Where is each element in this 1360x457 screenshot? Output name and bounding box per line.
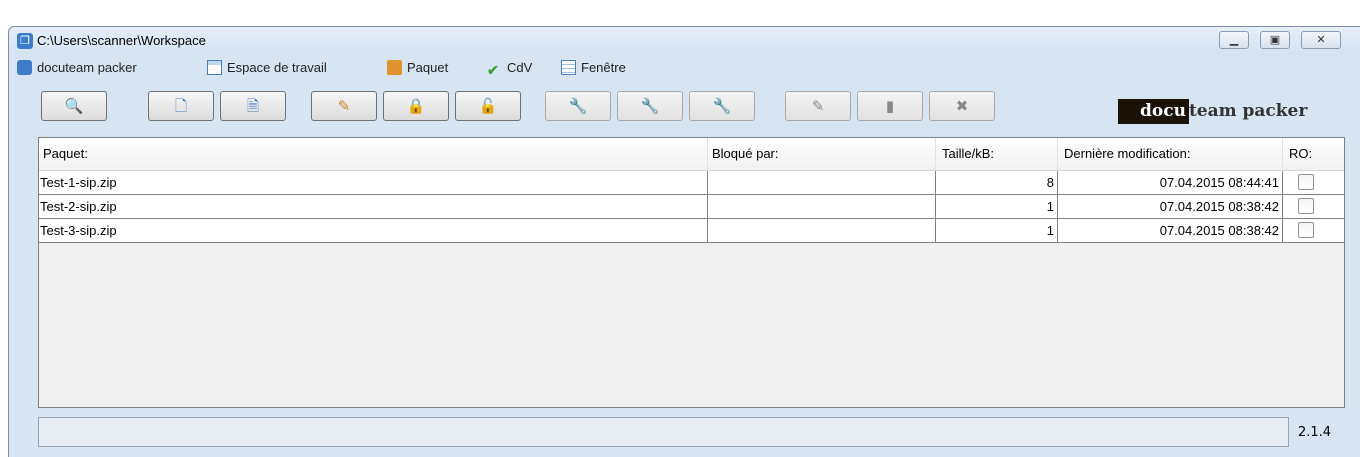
column-header-modified[interactable]: Dernière modification:	[1058, 138, 1283, 170]
tool-button[interactable]: 🔧	[545, 91, 611, 121]
pencil-icon: ✎	[811, 97, 825, 115]
menu-label: Fenêtre	[581, 60, 626, 75]
menu-espace-de-travail[interactable]: Espace de travail	[207, 59, 327, 77]
package-lock-icon: 🔒	[406, 97, 426, 115]
column-header-package[interactable]: Paquet:	[39, 138, 708, 170]
app-cube-icon	[17, 60, 32, 75]
workspace-window-icon	[207, 60, 222, 75]
cell-package: Test-2-sip.zip	[39, 195, 708, 218]
close-button[interactable]: ✕	[1301, 31, 1341, 49]
window-list-icon	[561, 60, 576, 75]
wrench-3-icon: 🔧	[712, 97, 732, 115]
maximize-button[interactable]: ▣	[1260, 31, 1290, 49]
unlock-package-button[interactable]: 🔓	[455, 91, 521, 121]
cell-ro	[1283, 171, 1344, 194]
app-cube-icon: ❐	[17, 33, 33, 49]
package-unlock-icon: 🔓	[478, 97, 498, 115]
window-title: C:\Users\scanner\Workspace	[37, 33, 206, 48]
ro-checkbox[interactable]	[1298, 174, 1314, 190]
delete-button[interactable]: ✖	[929, 91, 995, 121]
cell-size: 1	[936, 195, 1058, 218]
magnifier-icon: 🔍	[64, 97, 84, 115]
menu-paquet[interactable]: Paquet	[387, 59, 448, 77]
table-row[interactable]: Test-3-sip.zip 1 07.04.2015 08:38:42	[39, 219, 1344, 243]
checkmark-icon: ✔	[487, 62, 499, 78]
minimize-button[interactable]: ▁	[1219, 31, 1249, 49]
package-table: Paquet: Bloqué par: Taille/kB: Dernière …	[38, 137, 1345, 408]
copy-button[interactable]: ▮	[857, 91, 923, 121]
menu-cdv[interactable]: ✔ CdV	[487, 59, 533, 78]
search-button[interactable]: 🔍	[41, 91, 107, 121]
cell-size: 8	[936, 171, 1058, 194]
cell-ro	[1283, 195, 1344, 218]
menu-label: CdV	[507, 60, 533, 75]
close-icon: ✕	[1316, 33, 1326, 46]
menu-label: Espace de travail	[227, 60, 327, 75]
cell-locked-by	[708, 219, 936, 242]
minimize-icon: ▁	[1229, 33, 1239, 46]
cell-locked-by	[708, 195, 936, 218]
rename-button[interactable]: ✎	[785, 91, 851, 121]
table-row[interactable]: Test-2-sip.zip 1 07.04.2015 08:38:42	[39, 195, 1344, 219]
cell-locked-by	[708, 171, 936, 194]
menu-label: Paquet	[407, 60, 449, 75]
column-header-size[interactable]: Taille/kB:	[936, 138, 1058, 170]
version-label: 2.1.4	[1298, 425, 1332, 440]
cell-package: Test-1-sip.zip	[39, 171, 708, 194]
blank-document-icon: 🗋	[174, 97, 188, 115]
cell-modified: 07.04.2015 08:38:42	[1058, 219, 1283, 242]
wrench-2-icon: 🔧	[640, 97, 660, 115]
new-button[interactable]: 🗋	[148, 91, 214, 121]
document-lines-icon: 🗎	[246, 97, 260, 115]
ro-checkbox[interactable]	[1298, 198, 1314, 214]
package-box-icon	[387, 60, 402, 75]
status-bar	[38, 417, 1289, 447]
menu-fenetre[interactable]: Fenêtre	[561, 59, 626, 77]
column-header-ro[interactable]: RO:	[1283, 138, 1344, 170]
cell-modified: 07.04.2015 08:44:41	[1058, 171, 1283, 194]
brand-dark-part: docu	[1118, 99, 1189, 124]
menu-bar: docuteam packer Espace de travail Paquet…	[9, 57, 1360, 79]
cell-package: Test-3-sip.zip	[39, 219, 708, 242]
title-bar[interactable]: ❐ C:\Users\scanner\Workspace ▁ ▣ ✕	[9, 27, 1360, 55]
ro-checkbox[interactable]	[1298, 222, 1314, 238]
lock-package-button[interactable]: 🔒	[383, 91, 449, 121]
open-button[interactable]: 🗎	[220, 91, 286, 121]
package-edit-icon: ✎	[337, 97, 351, 115]
menu-label: docuteam packer	[37, 60, 137, 75]
cell-size: 1	[936, 219, 1058, 242]
tool-3-button[interactable]: 🔧	[689, 91, 755, 121]
menu-docuteam-packer[interactable]: docuteam packer	[17, 59, 137, 77]
edit-package-button[interactable]: ✎	[311, 91, 377, 121]
x-icon: ✖	[955, 97, 969, 115]
wrench-icon: 🔧	[568, 97, 588, 115]
table-header: Paquet: Bloqué par: Taille/kB: Dernière …	[39, 138, 1344, 171]
column-header-locked-by[interactable]: Bloqué par:	[708, 138, 936, 170]
cell-modified: 07.04.2015 08:38:42	[1058, 195, 1283, 218]
maximize-icon: ▣	[1269, 33, 1281, 46]
brand-logo: docu team packer	[1118, 99, 1308, 124]
table-row[interactable]: Test-1-sip.zip 8 07.04.2015 08:44:41	[39, 171, 1344, 195]
brand-light-part: team packer	[1188, 101, 1308, 121]
cell-ro	[1283, 219, 1344, 242]
copy-document-icon: ▮	[885, 97, 895, 115]
tool-2-button[interactable]: 🔧	[617, 91, 683, 121]
